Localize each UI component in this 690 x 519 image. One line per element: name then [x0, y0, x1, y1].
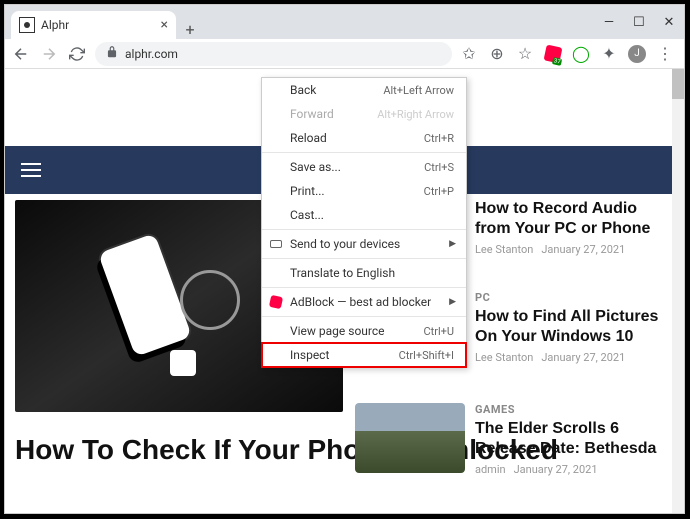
new-tab-button[interactable]: + [176, 20, 204, 39]
article-date: January 27, 2021 [514, 463, 598, 476]
url-text: alphr.com [125, 47, 178, 61]
favicon-icon [19, 17, 35, 33]
ctx-adblock[interactable]: AdBlock — best ad blocker▶ [262, 290, 466, 314]
bookmark-icon[interactable]: ☆ [516, 45, 534, 63]
article-author: admin [475, 463, 506, 476]
extension-icon[interactable]: ◯ [572, 45, 590, 63]
context-menu: BackAlt+Left Arrow ForwardAlt+Right Arro… [261, 77, 467, 368]
address-bar[interactable]: alphr.com [95, 42, 452, 66]
article-title: How to Record Audio from Your PC or Phon… [475, 199, 670, 239]
ctx-translate[interactable]: Translate to English [262, 261, 466, 285]
lock-icon [105, 45, 119, 62]
article-item[interactable]: PC How to Find All Pictures On Your Wind… [475, 291, 670, 364]
minimize-button[interactable]: — [594, 5, 624, 39]
ctx-inspect[interactable]: InspectCtrl+Shift+I [262, 343, 466, 367]
chevron-right-icon: ▶ [449, 239, 456, 249]
article-author: Lee Stanton [475, 351, 533, 364]
article-date: January 27, 2021 [541, 351, 625, 364]
zoom-icon[interactable]: ⊕ [488, 45, 506, 63]
devices-icon [269, 237, 283, 251]
back-button[interactable] [11, 44, 31, 64]
article-author: Lee Stanton [475, 243, 533, 256]
ctx-reload[interactable]: ReloadCtrl+R [262, 126, 466, 150]
reload-button[interactable] [67, 44, 87, 64]
maximize-button[interactable]: ☐ [624, 5, 654, 39]
article-item[interactable]: GAMES The Elder Scrolls 6 Release Date: … [475, 403, 670, 476]
browser-toolbar: alphr.com ✩ ⊕ ☆ 37 ◯ ✦ J ⋮ [5, 39, 684, 69]
ctx-back[interactable]: BackAlt+Left Arrow [262, 78, 466, 102]
extensions-puzzle-icon[interactable]: ✦ [600, 45, 618, 63]
article-title: How to Find All Pictures On Your Windows… [475, 307, 670, 347]
star-icon[interactable]: ✩ [460, 45, 478, 63]
chevron-right-icon: ▶ [449, 297, 456, 307]
close-window-button[interactable]: ✕ [654, 5, 684, 39]
article-category: PC [475, 291, 670, 304]
tab-title: Alphr [41, 18, 69, 32]
ctx-save-as[interactable]: Save as...Ctrl+S [262, 155, 466, 179]
article-category: GAMES [475, 403, 670, 416]
adblock-ext-icon[interactable]: 37 [544, 45, 562, 63]
browser-tab[interactable]: Alphr × [11, 11, 176, 39]
ctx-send-devices[interactable]: Send to your devices▶ [262, 232, 466, 256]
forward-button[interactable] [39, 44, 59, 64]
ctx-cast[interactable]: Cast... [262, 203, 466, 227]
hamburger-menu-icon[interactable] [21, 163, 41, 177]
article-thumbnail[interactable] [355, 403, 465, 473]
browser-titlebar: Alphr × + — ☐ ✕ [5, 5, 684, 39]
adblock-icon [269, 295, 283, 309]
article-date: January 27, 2021 [541, 243, 625, 256]
scrollbar-track[interactable] [672, 69, 684, 513]
article-item[interactable]: How to Record Audio from Your PC or Phon… [475, 199, 670, 256]
scrollbar-thumb[interactable] [672, 69, 684, 99]
ctx-print[interactable]: Print...Ctrl+P [262, 179, 466, 203]
tab-close-icon[interactable]: × [161, 17, 168, 33]
profile-avatar[interactable]: J [628, 45, 646, 63]
ctx-forward: ForwardAlt+Right Arrow [262, 102, 466, 126]
article-title: The Elder Scrolls 6 Release Date: Bethes… [475, 419, 670, 459]
ctx-view-source[interactable]: View page sourceCtrl+U [262, 319, 466, 343]
menu-dots-icon[interactable]: ⋮ [656, 45, 674, 63]
